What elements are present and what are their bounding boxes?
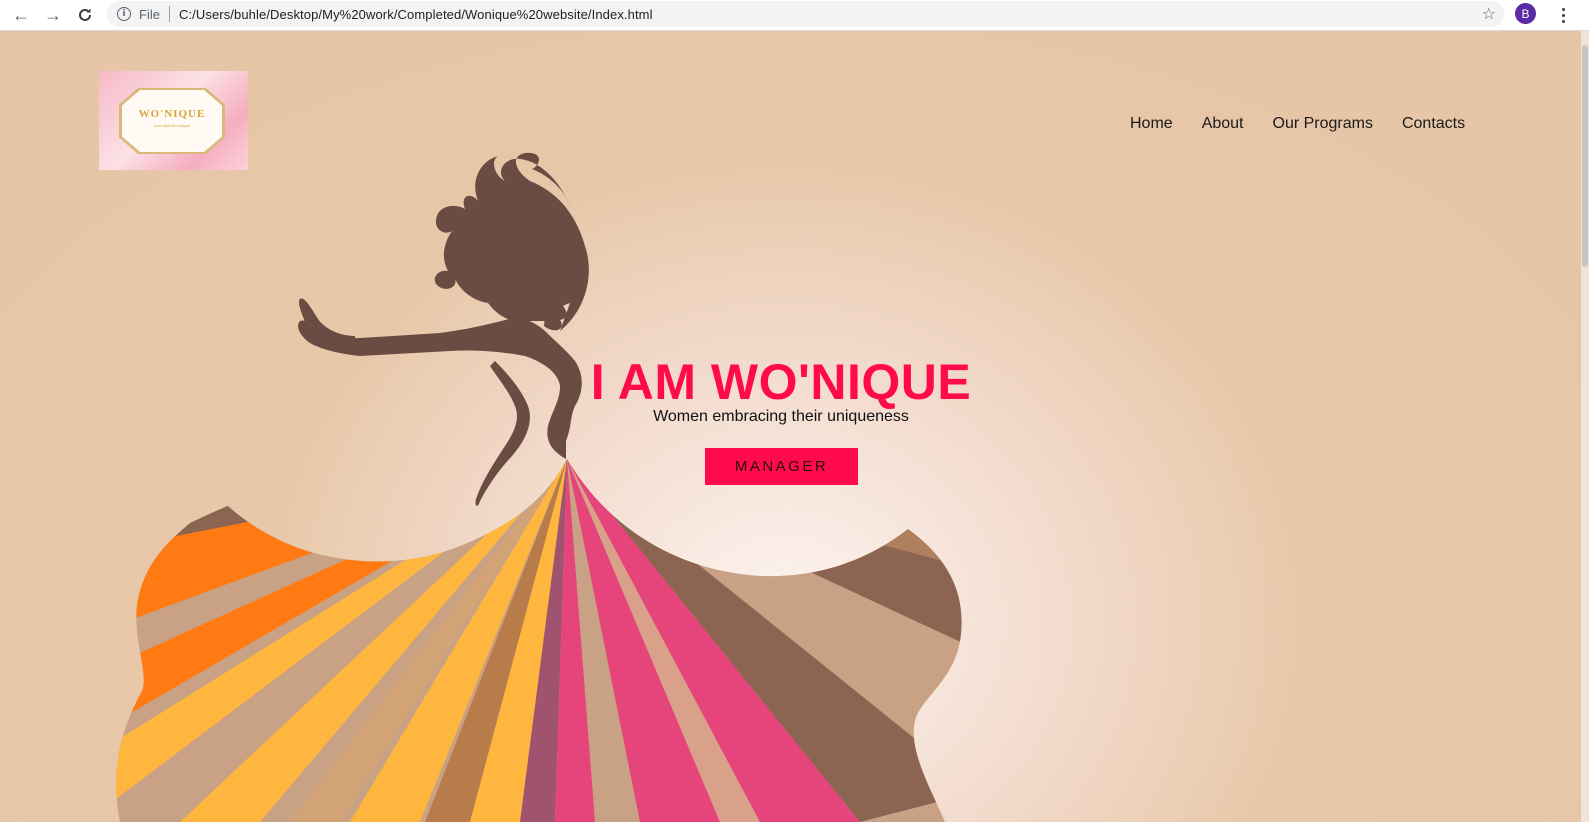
main-navigation: Home About Our Programs Contacts bbox=[1130, 115, 1465, 133]
url-text[interactable]: C:/Users/buhle/Desktop/My%20work/Complet… bbox=[179, 7, 653, 22]
hero-title: I AM WO'NIQUE bbox=[590, 354, 972, 410]
back-arrow-icon[interactable]: ← bbox=[8, 2, 34, 28]
nav-link-contacts[interactable]: Contacts bbox=[1402, 115, 1465, 133]
logo-name: WO'NIQUE bbox=[138, 108, 206, 120]
address-bar[interactable]: i File C:/Users/buhle/Desktop/My%20work/… bbox=[107, 1, 1504, 27]
nav-link-home[interactable]: Home bbox=[1130, 115, 1173, 133]
logo-tagline: love and feel unique bbox=[154, 123, 190, 128]
star-icon[interactable]: ☆ bbox=[1482, 4, 1496, 23]
nav-link-about[interactable]: About bbox=[1202, 115, 1244, 133]
woman-silhouette bbox=[298, 152, 589, 506]
reload-icon[interactable] bbox=[72, 2, 98, 28]
dress-shape bbox=[116, 459, 962, 822]
address-separator bbox=[168, 6, 170, 22]
url-scheme-label: File bbox=[139, 6, 160, 22]
profile-avatar[interactable]: B bbox=[1515, 3, 1536, 24]
nav-link-our-programs[interactable]: Our Programs bbox=[1273, 115, 1373, 133]
browser-toolbar: ← → i File C:/Users/buhle/Desktop/My%20w… bbox=[0, 0, 1589, 31]
site-logo[interactable]: WO'NIQUE love and feel unique bbox=[99, 71, 248, 170]
info-icon[interactable]: i bbox=[117, 7, 131, 21]
hero-subtitle: Women embracing their uniqueness bbox=[653, 408, 909, 425]
more-menu-icon[interactable] bbox=[1550, 3, 1576, 27]
logo-frame-inner bbox=[122, 90, 222, 152]
manager-button[interactable]: MANAGER bbox=[705, 448, 858, 485]
scrollbar-thumb[interactable] bbox=[1582, 45, 1588, 267]
page-viewport: WO'NIQUE love and feel unique Home About… bbox=[0, 31, 1589, 822]
forward-arrow-icon[interactable]: → bbox=[40, 2, 66, 28]
